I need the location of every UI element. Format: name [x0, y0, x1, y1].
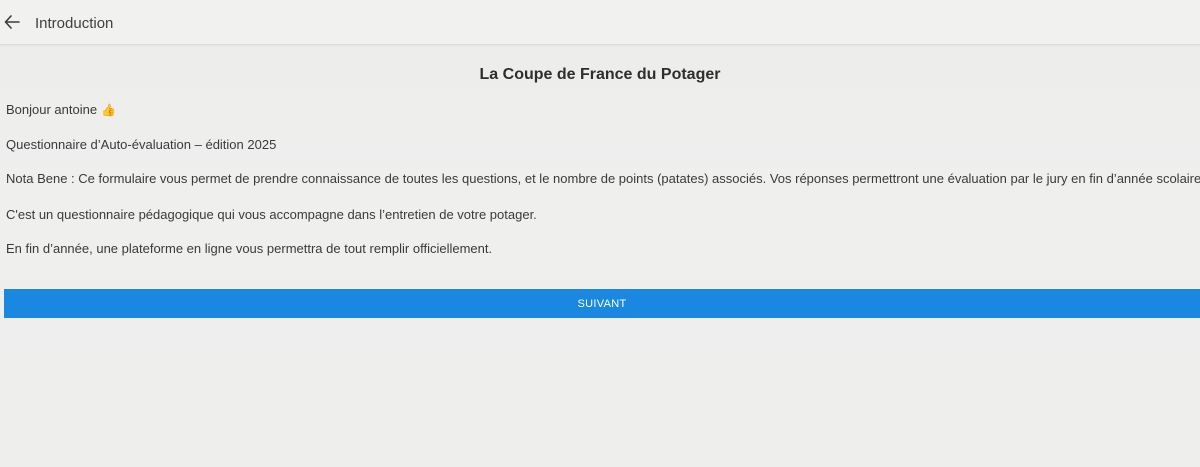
end-of-year-text: En fin d’année, une plateforme en ligne …	[6, 241, 493, 256]
arrow-left-icon	[4, 15, 20, 29]
page-header-title: Introduction	[35, 15, 114, 32]
thumbs-up-icon: 👍	[101, 103, 117, 117]
back-button[interactable]	[2, 12, 22, 32]
greeting-text: Bonjour antoine	[6, 102, 98, 117]
greeting: Bonjour antoine 👍	[6, 102, 116, 117]
nota-bene-text: Nota Bene : Ce formulaire vous permet de…	[6, 171, 1200, 186]
pedagogic-text: C'est un questionnaire pédagogique qui v…	[6, 207, 537, 222]
next-button[interactable]: SUIVANT	[4, 289, 1200, 318]
questionnaire-subtitle: Questionnaire d’Auto-évaluation – éditio…	[6, 137, 277, 152]
top-bar: Introduction	[0, 0, 1200, 45]
page-title: La Coupe de France du Potager	[479, 66, 721, 83]
